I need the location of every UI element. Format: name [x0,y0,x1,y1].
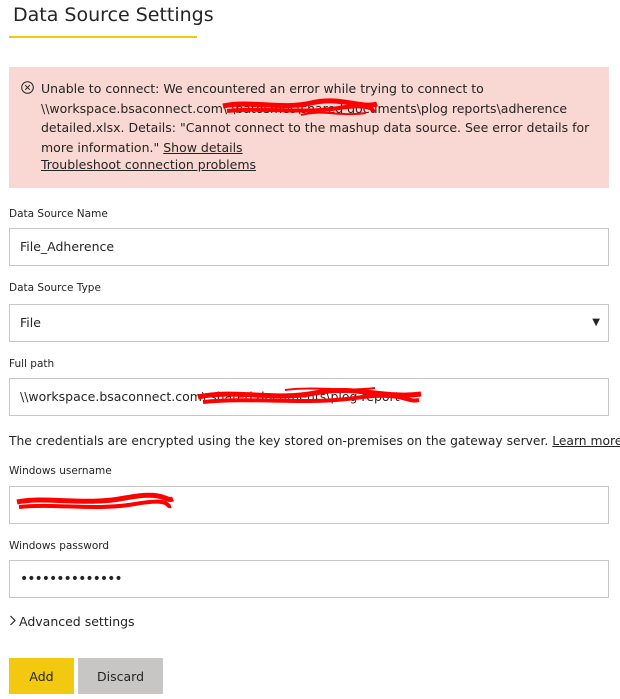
credentials-note-text: The credentials are encrypted using the … [9,434,549,448]
error-banner: Unable to connect: We encountered an err… [9,67,609,188]
data-source-name-label: Data Source Name [9,208,108,220]
learn-more-link[interactable]: Learn more [552,434,620,448]
title-underline [9,36,197,38]
error-message-text: Unable to connect: We encountered an err… [41,81,590,155]
data-source-type-value: File [20,315,41,330]
chevron-right-icon [9,614,17,629]
dropdown-arrow-icon: ▼ [592,317,600,328]
error-circle-icon [21,81,34,94]
windows-username-label: Windows username [9,465,112,477]
data-source-type-label: Data Source Type [9,282,101,294]
show-details-link[interactable]: Show details [163,140,242,155]
windows-password-label: Windows password [9,540,110,552]
troubleshoot-link[interactable]: Troubleshoot connection problems [41,157,256,172]
full-path-value: \\workspace.bsaconnect.com\ shared docum… [20,389,400,404]
advanced-settings-toggle[interactable]: Advanced settings [9,614,135,629]
full-path-label: Full path [9,358,55,370]
data-source-name-input[interactable]: File_Adherence [9,228,609,266]
error-message: Unable to connect: We encountered an err… [41,79,601,157]
add-button[interactable]: Add [9,658,74,694]
discard-button[interactable]: Discard [78,658,163,694]
credentials-note: The credentials are encrypted using the … [9,434,620,448]
data-source-type-select[interactable]: File ▼ [9,304,609,342]
windows-username-input[interactable] [9,486,609,524]
page-title: Data Source Settings [13,4,214,26]
advanced-settings-label: Advanced settings [19,614,135,629]
windows-password-input[interactable]: •••••••••••••• [9,560,609,598]
full-path-input[interactable]: \\workspace.bsaconnect.com\ shared docum… [9,378,609,416]
